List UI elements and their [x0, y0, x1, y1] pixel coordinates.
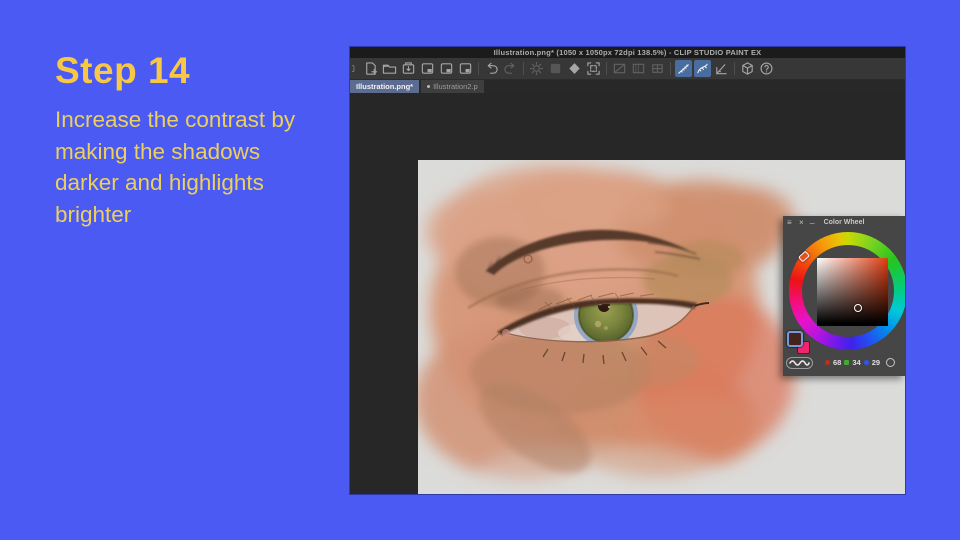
- open-file-icon[interactable]: [381, 60, 398, 77]
- step-description: Increase the contrast by making the shado…: [55, 104, 355, 230]
- tab-document-1[interactable]: Illustration.png*: [350, 80, 420, 93]
- new-file-icon[interactable]: [362, 60, 379, 77]
- main-color-swatch[interactable]: [787, 331, 803, 347]
- blue-channel-value[interactable]: 29: [872, 358, 880, 367]
- tab-document-2[interactable]: Illustration2.p: [421, 80, 484, 93]
- document-tab-bar: Illustration.png* Illustration2.p: [350, 80, 905, 93]
- snap-special-ruler-icon[interactable]: [694, 60, 711, 77]
- body-text-line: brighter: [55, 201, 132, 227]
- panel-title: Color Wheel: [823, 219, 865, 226]
- saturation-value-square[interactable]: [817, 258, 888, 326]
- select-layer-icon: [611, 60, 628, 77]
- tab-label: Illustration2.p: [433, 82, 478, 91]
- color-wheel-titlebar: ≡ × _ Color Wheel: [783, 216, 905, 229]
- partial-tool-icon[interactable]: [352, 60, 360, 77]
- export-batch-icon[interactable]: [438, 60, 455, 77]
- red-channel-value[interactable]: 68: [833, 358, 841, 367]
- undo-icon[interactable]: [483, 60, 500, 77]
- body-text-line: Increase the contrast by: [55, 107, 296, 132]
- help-icon[interactable]: [758, 60, 775, 77]
- filter-icon: [528, 60, 545, 77]
- toolbar-divider: [523, 62, 524, 75]
- body-text-line: making the shadows: [55, 138, 261, 164]
- mesh-icon: [649, 60, 666, 77]
- green-channel-dot-icon[interactable]: [844, 360, 850, 365]
- open-document-dot-icon: [427, 85, 431, 88]
- blue-channel-dot-icon[interactable]: [863, 360, 869, 365]
- clip-studio-window: Illustration.png* (1050 x 1050px 72dpi 1…: [350, 47, 905, 494]
- toolbar-divider: [606, 62, 607, 75]
- redo-icon: [502, 60, 519, 77]
- window-title: Illustration.png* (1050 x 1050px 72dpi 1…: [350, 47, 905, 58]
- color-mixer-button[interactable]: [786, 357, 813, 369]
- green-channel-value[interactable]: 34: [852, 358, 860, 367]
- slide: Step 14 Increase the contrast by making t…: [0, 0, 960, 540]
- step-heading: Step 14: [55, 50, 191, 91]
- snap-grid-icon[interactable]: [713, 60, 730, 77]
- rgb-readout: 68 34 29: [825, 356, 896, 369]
- export-single-icon[interactable]: [419, 60, 436, 77]
- fill-icon[interactable]: [566, 60, 583, 77]
- color-history-circle-icon[interactable]: [886, 358, 896, 367]
- material-icon[interactable]: [739, 60, 756, 77]
- save-file-icon[interactable]: [400, 60, 417, 77]
- export-webtoon-icon[interactable]: [457, 60, 474, 77]
- wave-icon: [789, 360, 810, 366]
- red-channel-dot-icon[interactable]: [825, 360, 830, 365]
- tone-icon: [547, 60, 564, 77]
- tab-label: Illustration.png*: [356, 82, 414, 91]
- main-toolbar: [350, 58, 905, 80]
- gradient-icon: [630, 60, 647, 77]
- body-text-line: darker and highlights: [55, 170, 264, 195]
- canvas-area: ≡ × _ Color Wheel 68 34 29: [350, 93, 905, 494]
- snap-ruler-icon[interactable]: [675, 60, 692, 77]
- frame-icon[interactable]: [585, 60, 602, 77]
- color-cursor[interactable]: [854, 304, 862, 312]
- toolbar-divider: [478, 62, 479, 75]
- color-wheel-panel: ≡ × _ Color Wheel 68 34 29: [783, 216, 905, 376]
- toolbar-divider: [734, 62, 735, 75]
- toolbar-divider: [670, 62, 671, 75]
